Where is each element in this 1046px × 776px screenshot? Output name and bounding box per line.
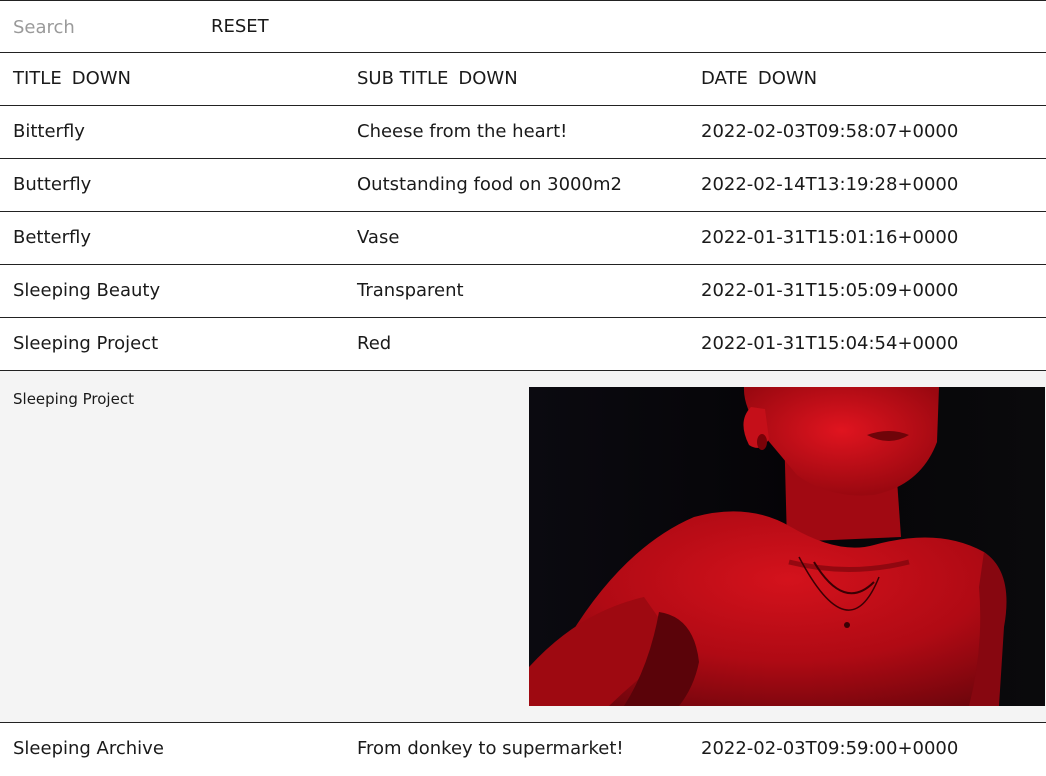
column-header-label: TITLE: [13, 68, 62, 89]
column-header-label: DATE: [701, 68, 748, 89]
row-subtitle: Red: [357, 333, 392, 354]
row-date: 2022-01-31T15:05:09+0000: [701, 280, 959, 301]
table-row[interactable]: Betterfly Vase 2022-01-31T15:01:16+0000: [0, 212, 1046, 265]
row-title: Bitterfly: [13, 121, 85, 142]
column-header-date[interactable]: DATE DOWN: [701, 53, 817, 105]
row-title: Butterfly: [13, 174, 92, 195]
column-header-subtitle[interactable]: SUB TITLE DOWN: [357, 53, 518, 105]
column-header-label: SUB TITLE: [357, 68, 449, 89]
row-date: 2022-01-31T15:01:16+0000: [701, 227, 959, 248]
row-subtitle: Cheese from the heart!: [357, 121, 568, 142]
table-header-row: TITLE DOWN SUB TITLE DOWN DATE DOWN: [0, 53, 1046, 106]
sort-indicator: DOWN: [757, 68, 818, 89]
toolbar: RESET: [0, 0, 1046, 53]
row-title: Betterfly: [13, 227, 92, 248]
row-subtitle: From donkey to supermarket!: [357, 738, 624, 759]
sort-indicator: DOWN: [458, 68, 518, 89]
row-date: 2022-02-03T09:58:07+0000: [701, 121, 959, 142]
row-title: Sleeping Project: [13, 333, 159, 354]
row-title: Sleeping Archive: [13, 738, 164, 759]
table-row[interactable]: Bitterfly Cheese from the heart! 2022-02…: [0, 106, 1046, 159]
search-input[interactable]: [13, 15, 193, 39]
sort-indicator: DOWN: [71, 68, 131, 89]
column-header-title[interactable]: TITLE DOWN: [13, 53, 131, 105]
row-subtitle: Outstanding food on 3000m2: [357, 174, 622, 195]
row-date: 2022-02-03T09:59:00+0000: [701, 738, 959, 759]
row-date: 2022-02-14T13:19:28+0000: [701, 174, 959, 195]
project-table-app: RESET TITLE DOWN SUB TITLE DOWN DATE DOWN B…: [0, 0, 1046, 776]
row-date: 2022-01-31T15:04:54+0000: [701, 333, 959, 354]
red-portrait-image: [529, 387, 1045, 706]
row-subtitle: Transparent: [357, 280, 464, 301]
row-subtitle: Vase: [357, 227, 400, 248]
expanded-row-detail: Sleeping Project: [0, 371, 1046, 723]
table-row[interactable]: Sleeping Beauty Transparent 2022-01-31T1…: [0, 265, 1046, 318]
reset-button[interactable]: RESET: [211, 15, 269, 39]
row-title: Sleeping Beauty: [13, 280, 161, 301]
project-photo: [529, 387, 1045, 706]
table-row[interactable]: Sleeping Archive From donkey to supermar…: [0, 723, 1046, 776]
detail-title: Sleeping Project: [13, 390, 134, 408]
table-row[interactable]: Butterfly Outstanding food on 3000m2 202…: [0, 159, 1046, 212]
table-row-selected[interactable]: Sleeping Project Red 2022-01-31T15:04:54…: [0, 318, 1046, 371]
